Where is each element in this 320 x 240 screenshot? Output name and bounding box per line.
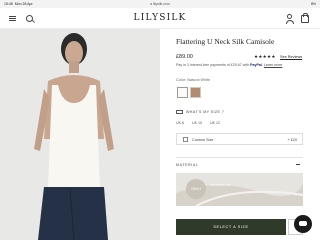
status-bar: 15:45 Mon 28 Apr a lilysilk.com 8% [0, 0, 320, 8]
divider [176, 157, 303, 158]
select-size-button[interactable]: SELECT A SIZE [176, 219, 286, 235]
oeko-badge: OEKO [186, 179, 206, 199]
size-guide-link[interactable]: WHAT'S MY SIZE ? [176, 110, 225, 115]
custom-size-price: + £20 [287, 137, 297, 142]
rating-stars: ★★★★★ [254, 54, 276, 59]
size-option[interactable]: UK 6 [176, 121, 184, 125]
swatch-natural-white[interactable] [177, 87, 188, 98]
size-option[interactable]: UK 12 [210, 121, 220, 125]
paypal-message: Pay in 3 interest-free payments of £29.6… [176, 63, 283, 67]
collapse-icon[interactable] [296, 164, 300, 165]
product-image[interactable] [0, 29, 160, 240]
bag-icon[interactable] [301, 13, 309, 23]
swatch-tan[interactable] [190, 87, 201, 98]
size-guide-label: WHAT'S MY SIZE ? [186, 110, 225, 114]
address-url[interactable]: a lilysilk.com [0, 2, 320, 6]
custom-size-option[interactable]: Custom Size + £20 [176, 133, 303, 145]
brand-logo[interactable]: LILYSILK [0, 13, 320, 23]
material-card: OEKO STANDARD 100 [176, 173, 303, 206]
product-title: Flattering U Neck Silk Camisole [176, 37, 275, 46]
see-reviews-link[interactable]: See Reviews [280, 55, 302, 59]
ruler-icon [176, 110, 183, 115]
oeko-badge-text: STANDARD 100 [210, 183, 231, 187]
site-header: LILYSILK [0, 8, 320, 29]
model-illustration [0, 29, 160, 240]
learn-more-link[interactable]: Learn more [264, 63, 282, 67]
custom-size-checkbox[interactable] [183, 137, 188, 142]
size-option[interactable]: UK 10 [192, 121, 202, 125]
custom-size-label: Custom Size [192, 137, 214, 142]
material-heading[interactable]: MATERIAL [176, 163, 199, 167]
paypal-text: Pay in 3 interest-free payments of £29.6… [176, 63, 250, 67]
color-label: Color: Natural White [176, 78, 211, 82]
account-icon[interactable] [286, 14, 294, 24]
battery-indicator: 8% [310, 2, 316, 6]
size-options: UK 6 UK 10 UK 12 [176, 121, 227, 125]
paypal-brand: PayPal [250, 63, 262, 67]
product-price: £89.00 [176, 54, 193, 60]
chat-icon[interactable] [294, 215, 312, 233]
